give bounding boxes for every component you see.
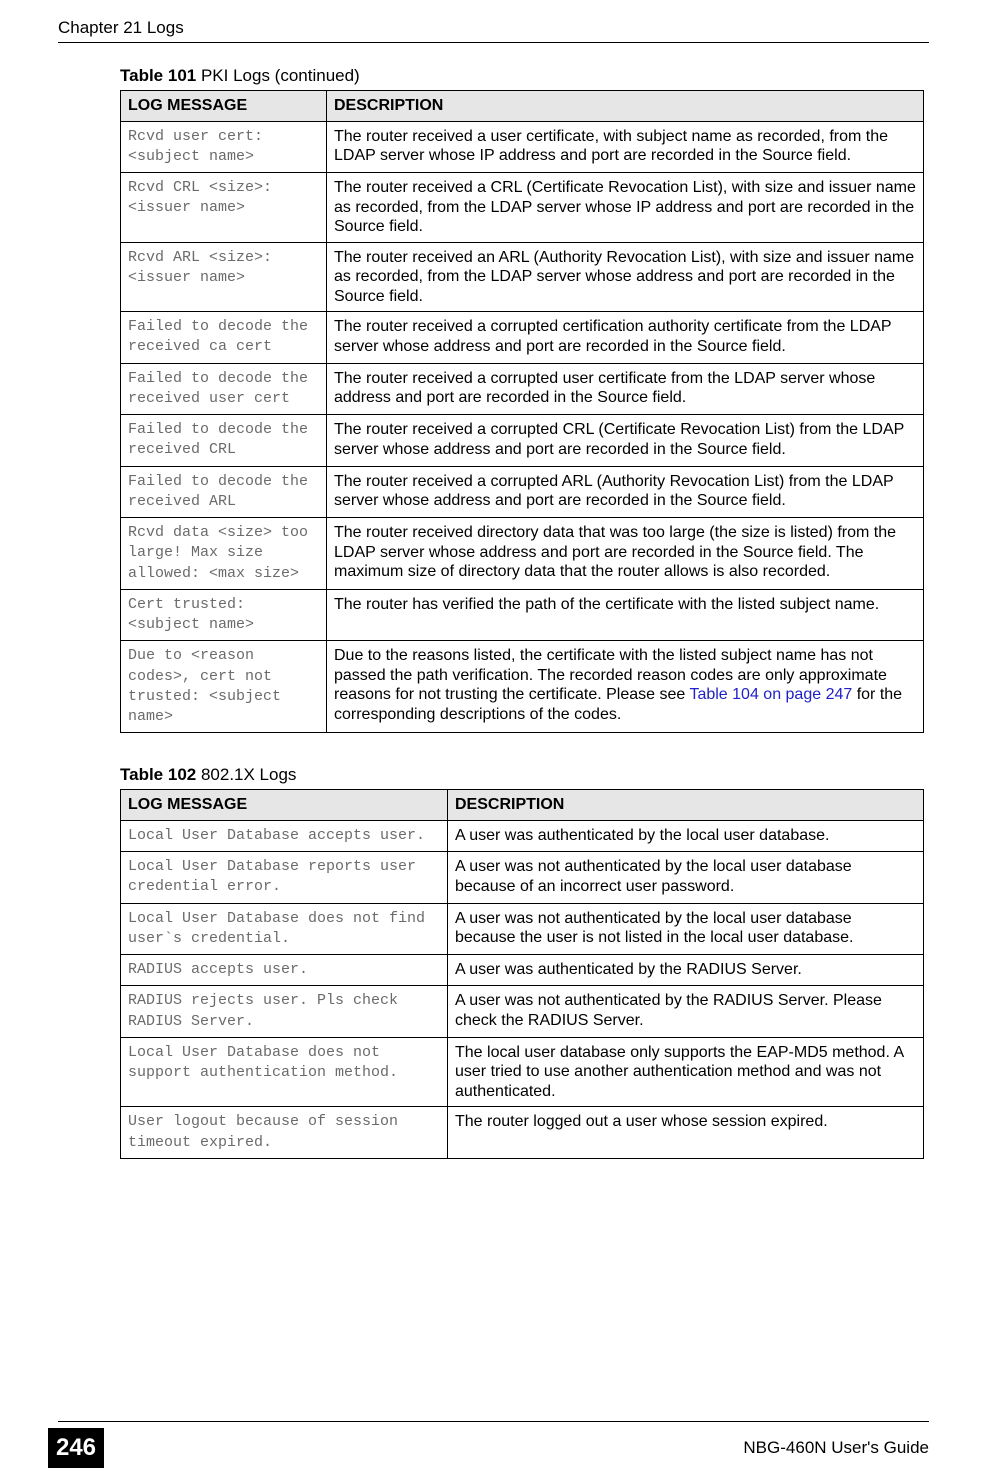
log-message-cell: Rcvd ARL <size>: <issuer name> (121, 242, 327, 312)
description-cell: The router received a CRL (Certificate R… (327, 173, 924, 243)
log-message-cell: Rcvd data <size> too large! Max size all… (121, 518, 327, 590)
log-message-cell: Failed to decode the received CRL (121, 415, 327, 467)
col-description: DESCRIPTION (448, 790, 924, 821)
description-cell: The router received a corrupted CRL (Cer… (327, 415, 924, 467)
table-row: Failed to decode the received CRL The ro… (121, 415, 924, 467)
description-cell: The router logged out a user whose sessi… (448, 1107, 924, 1159)
description-cell: The router received a corrupted user cer… (327, 363, 924, 415)
table-101-number: Table 101 (120, 66, 196, 85)
main-content: Table 101 PKI Logs (continued) LOG MESSA… (120, 62, 923, 1159)
log-message-cell: Local User Database accepts user. (121, 820, 448, 851)
chapter-title: Chapter 21 Logs (58, 18, 184, 37)
table-row: Due to <reason codes>, cert not trusted:… (121, 641, 924, 733)
table-102-caption: Table 102 802.1X Logs (120, 765, 923, 785)
table-row: Failed to decode the received ARL The ro… (121, 466, 924, 518)
description-cell: Due to the reasons listed, the certifica… (327, 641, 924, 733)
table-row: Rcvd data <size> too large! Max size all… (121, 518, 924, 590)
description-cell: A user was not authenticated by the loca… (448, 903, 924, 955)
description-cell: The router received directory data that … (327, 518, 924, 590)
table-102: LOG MESSAGE DESCRIPTION Local User Datab… (120, 789, 924, 1159)
log-message-cell: Rcvd user cert: <subject name> (121, 121, 327, 173)
table-row: Local User Database reports user credent… (121, 852, 924, 904)
table-row: User logout because of session timeout e… (121, 1107, 924, 1159)
table-row: Local User Database does not support aut… (121, 1037, 924, 1107)
header-rule (58, 42, 929, 43)
description-cell: The router has verified the path of the … (327, 589, 924, 641)
description-cell: The router received a corrupted ARL (Aut… (327, 466, 924, 518)
table-102-number: Table 102 (120, 765, 196, 784)
description-cell: The router received a user certificate, … (327, 121, 924, 173)
spacer (120, 733, 923, 761)
log-message-cell: RADIUS accepts user. (121, 955, 448, 986)
table-row: Local User Database accepts user. A user… (121, 820, 924, 851)
col-log-message: LOG MESSAGE (121, 91, 327, 122)
description-cell: A user was not authenticated by the loca… (448, 852, 924, 904)
description-cell: The router received an ARL (Authority Re… (327, 242, 924, 312)
cross-reference-link[interactable]: Table 104 on page 247 (689, 686, 852, 703)
log-message-cell: User logout because of session timeout e… (121, 1107, 448, 1159)
log-message-cell: Failed to decode the received ca cert (121, 312, 327, 364)
table-row: RADIUS accepts user. A user was authenti… (121, 955, 924, 986)
footer-rule (58, 1421, 929, 1422)
log-message-cell: RADIUS rejects user. Pls check RADIUS Se… (121, 986, 448, 1038)
col-log-message: LOG MESSAGE (121, 790, 448, 821)
table-row: RADIUS rejects user. Pls check RADIUS Se… (121, 986, 924, 1038)
table-row: Local User Database does not find user`s… (121, 903, 924, 955)
col-description: DESCRIPTION (327, 91, 924, 122)
table-101-caption: Table 101 PKI Logs (continued) (120, 66, 923, 86)
table-row: Failed to decode the received ca cert Th… (121, 312, 924, 364)
running-header: Chapter 21 Logs (58, 18, 929, 38)
log-message-cell: Failed to decode the received user cert (121, 363, 327, 415)
table-row: Rcvd user cert: <subject name> The route… (121, 121, 924, 173)
log-message-cell: Rcvd CRL <size>: <issuer name> (121, 173, 327, 243)
table-101-title: PKI Logs (continued) (196, 66, 359, 85)
log-message-cell: Due to <reason codes>, cert not trusted:… (121, 641, 327, 733)
description-cell: The router received a corrupted certific… (327, 312, 924, 364)
log-message-cell: Cert trusted: <subject name> (121, 589, 327, 641)
log-message-cell: Local User Database reports user credent… (121, 852, 448, 904)
page-number: 246 (48, 1428, 104, 1468)
description-cell: A user was authenticated by the local us… (448, 820, 924, 851)
log-message-cell: Failed to decode the received ARL (121, 466, 327, 518)
table-row: Failed to decode the received user cert … (121, 363, 924, 415)
table-102-title: 802.1X Logs (196, 765, 296, 784)
description-cell: The local user database only supports th… (448, 1037, 924, 1107)
page: Chapter 21 Logs Table 101 PKI Logs (cont… (0, 0, 987, 1482)
table-header-row: LOG MESSAGE DESCRIPTION (121, 790, 924, 821)
description-cell: A user was not authenticated by the RADI… (448, 986, 924, 1038)
log-message-cell: Local User Database does not support aut… (121, 1037, 448, 1107)
table-101: LOG MESSAGE DESCRIPTION Rcvd user cert: … (120, 90, 924, 733)
table-row: Rcvd CRL <size>: <issuer name> The route… (121, 173, 924, 243)
footer-guide-title: NBG-460N User's Guide (743, 1438, 929, 1458)
table-header-row: LOG MESSAGE DESCRIPTION (121, 91, 924, 122)
table-row: Cert trusted: <subject name> The router … (121, 589, 924, 641)
description-cell: A user was authenticated by the RADIUS S… (448, 955, 924, 986)
log-message-cell: Local User Database does not find user`s… (121, 903, 448, 955)
table-row: Rcvd ARL <size>: <issuer name> The route… (121, 242, 924, 312)
